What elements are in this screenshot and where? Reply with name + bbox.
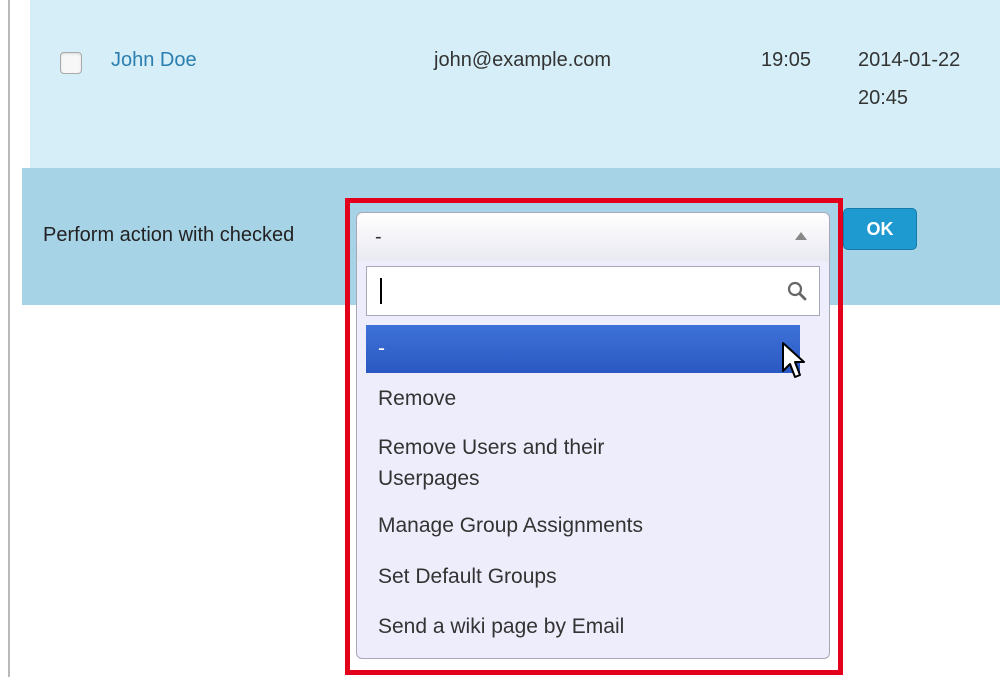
user-date-day: 2014-01-22 bbox=[858, 49, 961, 71]
ok-button[interactable]: OK bbox=[843, 208, 917, 250]
row-checkbox[interactable] bbox=[60, 52, 82, 74]
user-email: john@example.com bbox=[434, 49, 612, 71]
top-strip bbox=[30, 0, 1000, 18]
highlight-frame bbox=[345, 198, 843, 675]
user-time: 19:05 bbox=[761, 49, 812, 71]
user-date: 2014-01-22 20:45 bbox=[858, 41, 998, 117]
action-label: Perform action with checked bbox=[43, 224, 295, 246]
user-date-time: 20:45 bbox=[858, 87, 909, 109]
left-border bbox=[8, 0, 10, 677]
user-name-link[interactable]: John Doe bbox=[111, 49, 197, 72]
user-row bbox=[30, 18, 1000, 168]
